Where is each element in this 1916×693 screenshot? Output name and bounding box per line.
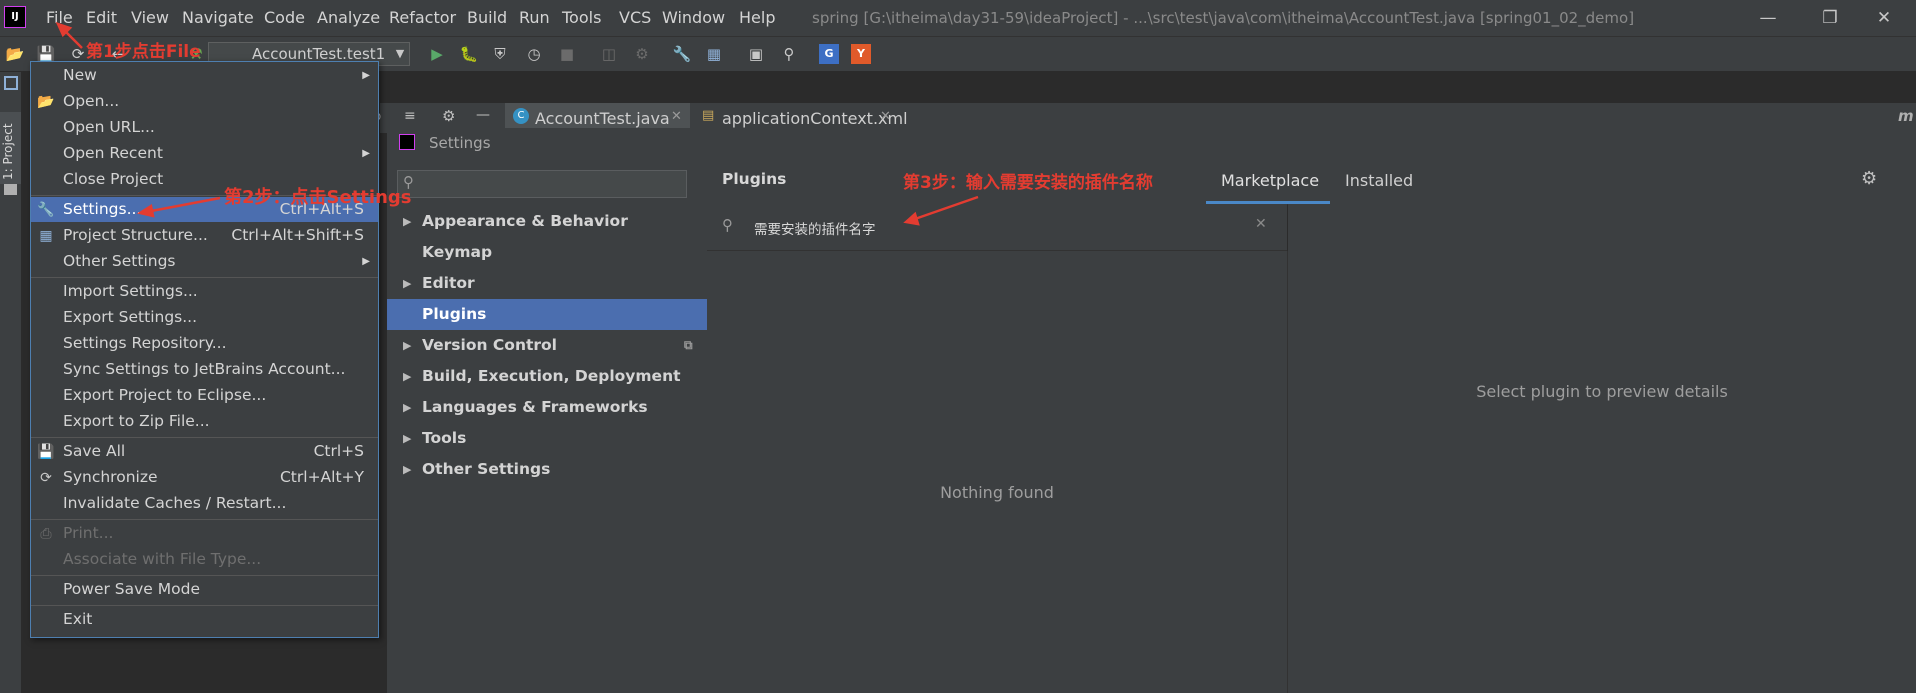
annotation-step2: 第2步：点击Settings [224,187,412,208]
annotation-arrows [55,21,979,226]
annotation-step3: 第3步：输入需要安装的插件名称 [903,173,1153,193]
annotation-step1: 第1步点击File [86,42,201,62]
